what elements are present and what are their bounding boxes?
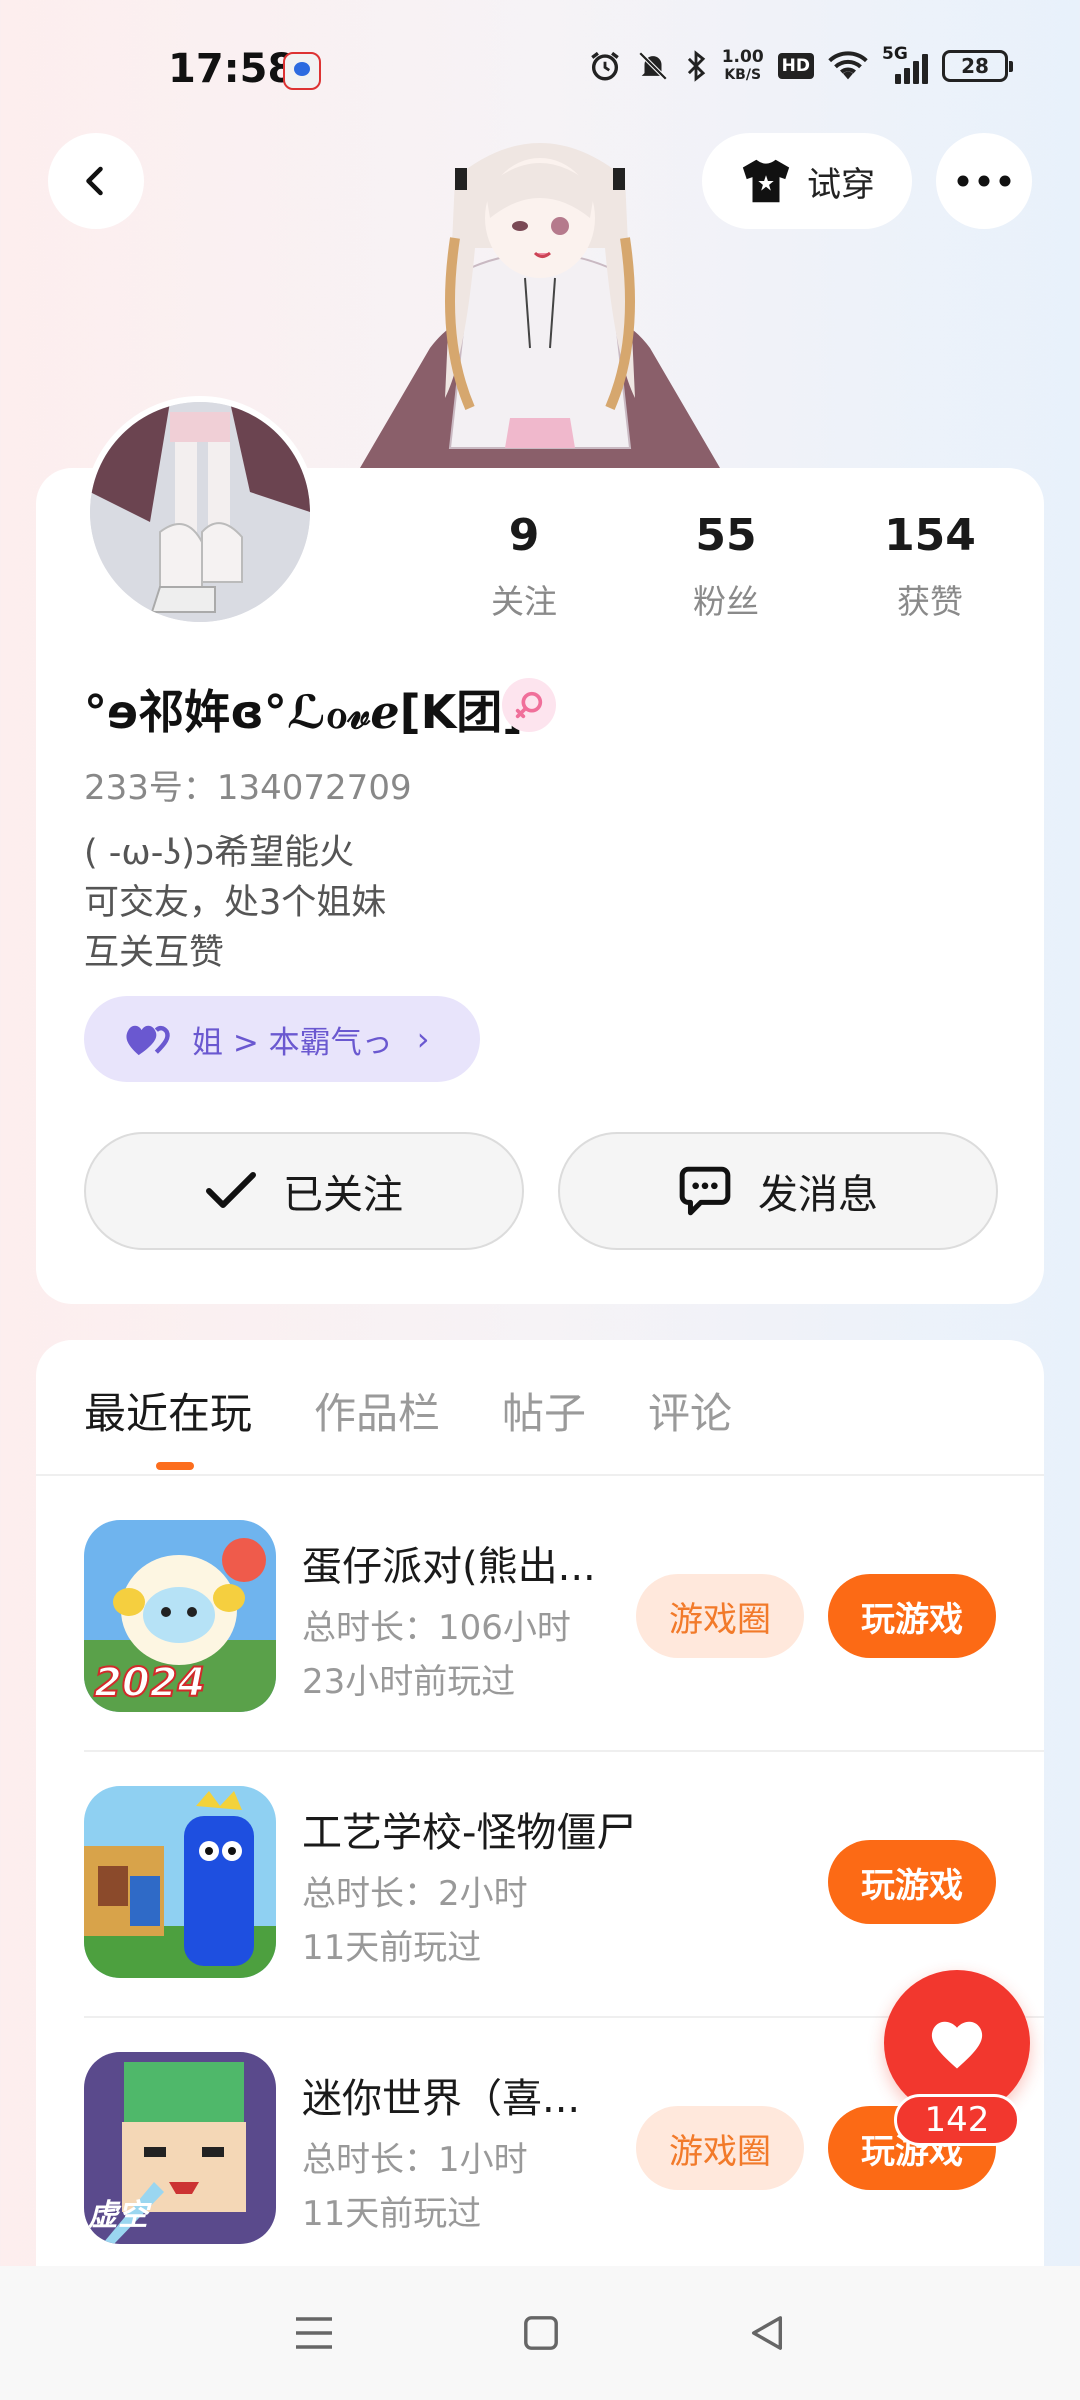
game-duration: 总时长：1小时	[302, 2140, 528, 2180]
female-gender-icon	[502, 678, 556, 732]
game-circle-button[interactable]: 游戏圈	[636, 1574, 804, 1658]
game-badge: 虚空	[88, 2198, 148, 2233]
game-icon-mini-world: 虚空	[84, 2052, 276, 2244]
signal-5g: 5G	[882, 44, 928, 84]
try-on-label: 试穿	[807, 164, 875, 205]
chevron-right-icon: ›	[416, 1020, 430, 1058]
bio-line: ( -ω-ʖ)ↄ希望能火	[84, 833, 355, 873]
more-dots-icon	[957, 175, 1011, 187]
mute-bell-icon	[638, 51, 667, 81]
following-label: 关注	[491, 582, 557, 621]
home-square-icon[interactable]	[522, 2314, 560, 2352]
game-duration: 总时长：2小时	[302, 1874, 528, 1914]
followers-count: 55	[695, 510, 757, 561]
game-icon-craft-school	[84, 1786, 276, 1978]
game-circle-button[interactable]: 游戏圈	[636, 2106, 804, 2190]
back-arrow-icon	[86, 166, 103, 196]
divider	[36, 1474, 1044, 1476]
likes-label: 获赞	[897, 582, 963, 621]
relation-label: 姐 > 本霸气っ	[192, 1024, 393, 1061]
stat-followers[interactable]: 55 粉丝	[646, 510, 806, 623]
relation-chip[interactable]: 姐 > 本霸气っ ›	[84, 996, 480, 1082]
game-name: 工艺学校-怪物僵尸	[302, 1810, 637, 1856]
likes-count: 154	[884, 510, 976, 561]
baidu-app-icon	[283, 52, 321, 90]
bio-line: 可交友，处3个姐妹	[84, 883, 387, 923]
game-badge: 2024	[93, 1659, 206, 1707]
tab-works[interactable]: 作品栏	[314, 1380, 440, 1441]
play-game-button[interactable]: 玩游戏	[828, 1574, 996, 1658]
game-name: 蛋仔派对(熊出...	[302, 1544, 596, 1590]
check-icon	[206, 1172, 256, 1208]
heart-icon	[931, 2021, 983, 2069]
speed-value: 1.00	[721, 47, 764, 67]
bio-line: 互关互赞	[84, 933, 225, 973]
signal-icon	[895, 50, 928, 84]
back-button[interactable]	[48, 133, 144, 229]
try-on-button[interactable]: 试穿	[702, 133, 912, 229]
status-time: 17:58	[168, 46, 296, 92]
alarm-icon	[590, 51, 619, 81]
tab-indicator	[156, 1462, 194, 1470]
followers-label: 粉丝	[693, 582, 759, 621]
tab-recently-played[interactable]: 最近在玩	[84, 1380, 252, 1441]
status-icons: 1.00 KB/S HD 5G 28	[588, 44, 1013, 84]
user-id: 233号：134072709	[84, 768, 412, 808]
game-icon-eggy-party: 2024	[84, 1520, 276, 1712]
bio: ( -ω-ʖ)ↄ希望能火 可交友，处3个姐妹 互关互赞	[84, 828, 386, 978]
wifi-icon	[828, 51, 868, 80]
avatar[interactable]	[84, 396, 316, 628]
like-count: 142	[894, 2094, 1020, 2146]
profile-tabs: 最近在玩 作品栏 帖子 评论	[84, 1380, 732, 1441]
game-last-played: 11天前玩过	[302, 2194, 482, 2234]
battery-icon: 28	[942, 50, 1013, 82]
divider	[84, 1750, 1044, 1752]
nickname: °ɘ祁姩ɞ°ℒℴ𝓋ℯ[K团]	[84, 685, 524, 739]
game-row[interactable]: 2024 蛋仔派对(熊出... 总时长：106小时 23小时前玩过 游戏圈 玩游…	[84, 1520, 1044, 1785]
more-button[interactable]	[936, 133, 1032, 229]
game-last-played: 23小时前玩过	[302, 1662, 516, 1702]
system-nav-bar	[0, 2266, 1080, 2400]
game-name: 迷你世界（喜...	[302, 2076, 581, 2122]
send-message-button[interactable]: 发消息	[558, 1132, 998, 1250]
chat-bubble-icon	[679, 1166, 731, 1216]
game-duration: 总时长：106小时	[302, 1608, 571, 1648]
stat-following[interactable]: 9 关注	[444, 510, 604, 623]
back-triangle-icon[interactable]	[748, 2314, 786, 2352]
send-message-label: 发消息	[758, 1172, 878, 1218]
avatar-character-illustration	[360, 143, 720, 468]
following-count: 9	[508, 510, 540, 561]
double-heart-icon	[126, 1025, 170, 1056]
game-last-played: 11天前玩过	[302, 1928, 482, 1968]
tab-posts[interactable]: 帖子	[502, 1380, 586, 1441]
menu-icon[interactable]	[294, 2315, 334, 2351]
speed-unit: KB/S	[724, 67, 762, 83]
hd-badge: HD	[777, 53, 814, 79]
play-game-button[interactable]: 玩游戏	[828, 1840, 996, 1924]
network-speed: 1.00 KB/S	[722, 48, 764, 84]
tab-comments[interactable]: 评论	[648, 1380, 732, 1441]
avatar-image	[90, 402, 310, 622]
bluetooth-icon	[687, 50, 705, 82]
followed-label: 已关注	[283, 1172, 403, 1218]
stat-likes[interactable]: 154 获赞	[850, 510, 1010, 623]
followed-button[interactable]: 已关注	[84, 1132, 524, 1250]
shirt-icon	[742, 159, 790, 203]
